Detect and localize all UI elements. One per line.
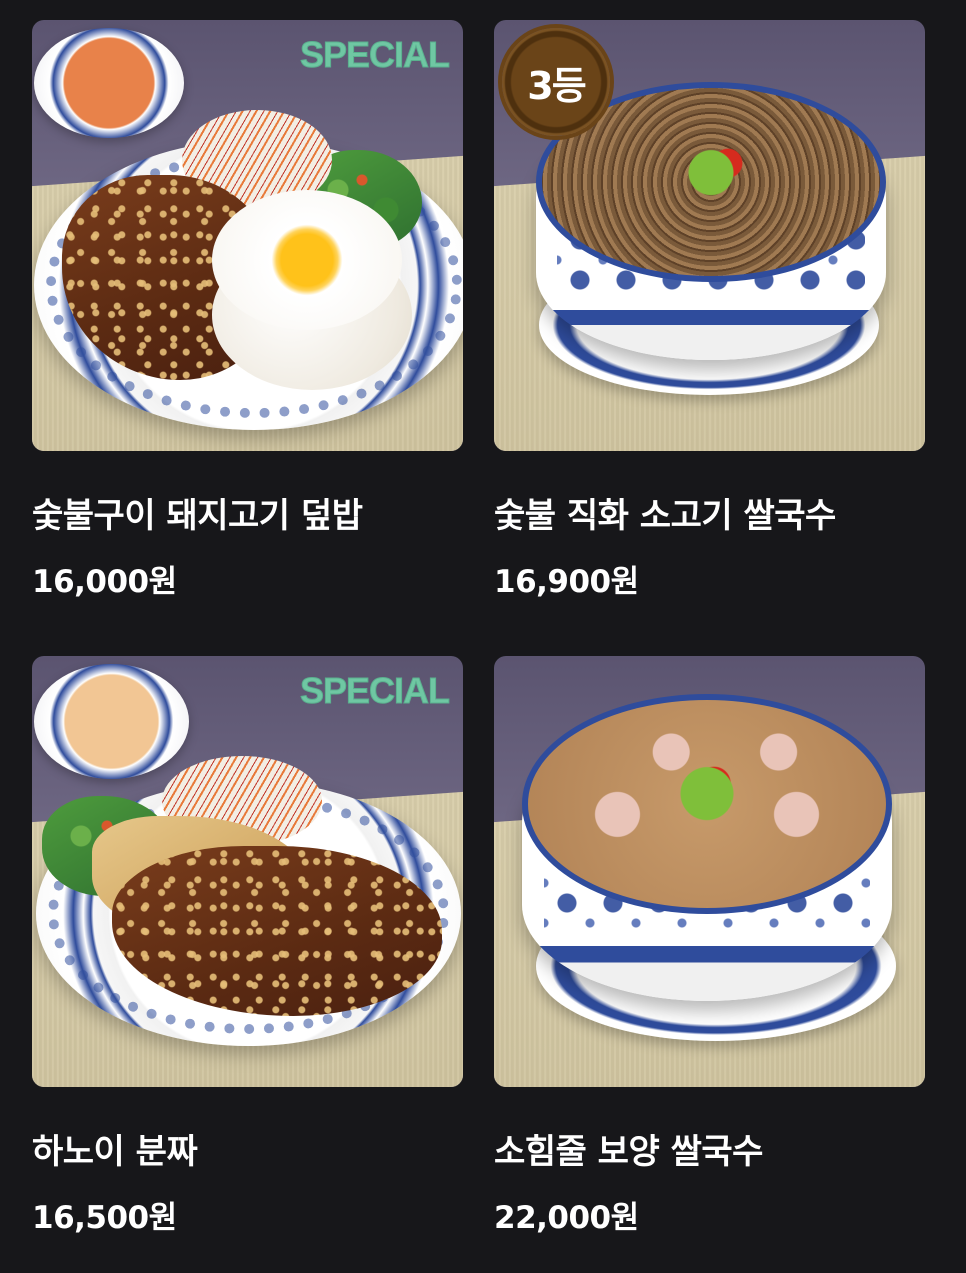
menu-item-name[interactable]: 숯불구이 돼지고기 덮밥	[32, 488, 363, 537]
menu-item-card[interactable]: SPECIAL 숯불구이 돼지고기 덮밥 16,000원	[32, 20, 463, 600]
special-badge: SPECIAL	[299, 670, 450, 712]
rank-badge-label: 3등	[527, 63, 586, 108]
menu-item-card[interactable]: 3등 숯불 직화 소고기 쌀국수 16,900원	[494, 20, 925, 600]
menu-grid: SPECIAL 숯불구이 돼지고기 덮밥 16,000원 3등 숯불 직화 소고…	[0, 0, 966, 1273]
rank-badge: 3등	[502, 28, 610, 136]
menu-item-price: 16,000원	[32, 564, 177, 600]
food-photo-tendon-noodle[interactable]	[494, 656, 925, 1087]
food-photo-bun-cha[interactable]: SPECIAL	[32, 656, 463, 1087]
menu-item-price: 22,000원	[494, 1200, 639, 1236]
menu-item-price: 16,900원	[494, 564, 639, 600]
food-photo-pork-rice[interactable]: SPECIAL	[32, 20, 463, 451]
menu-item-card[interactable]: SPECIAL 하노이 분짜 16,500원	[32, 656, 463, 1236]
menu-item-name[interactable]: 하노이 분짜	[32, 1124, 198, 1173]
food-photo-beef-noodle[interactable]: 3등	[494, 20, 925, 451]
dipping-sauce-bowl	[34, 28, 184, 138]
menu-item-card[interactable]: 소힘줄 보양 쌀국수 22,000원	[494, 656, 925, 1236]
menu-item-name[interactable]: 소힘줄 보양 쌀국수	[494, 1124, 763, 1173]
fried-egg	[212, 190, 402, 330]
menu-item-price: 16,500원	[32, 1200, 177, 1236]
dipping-sauce-bowl	[34, 664, 189, 779]
soup-topping	[522, 694, 892, 914]
special-badge: SPECIAL	[299, 34, 450, 76]
menu-item-name[interactable]: 숯불 직화 소고기 쌀국수	[494, 488, 836, 537]
